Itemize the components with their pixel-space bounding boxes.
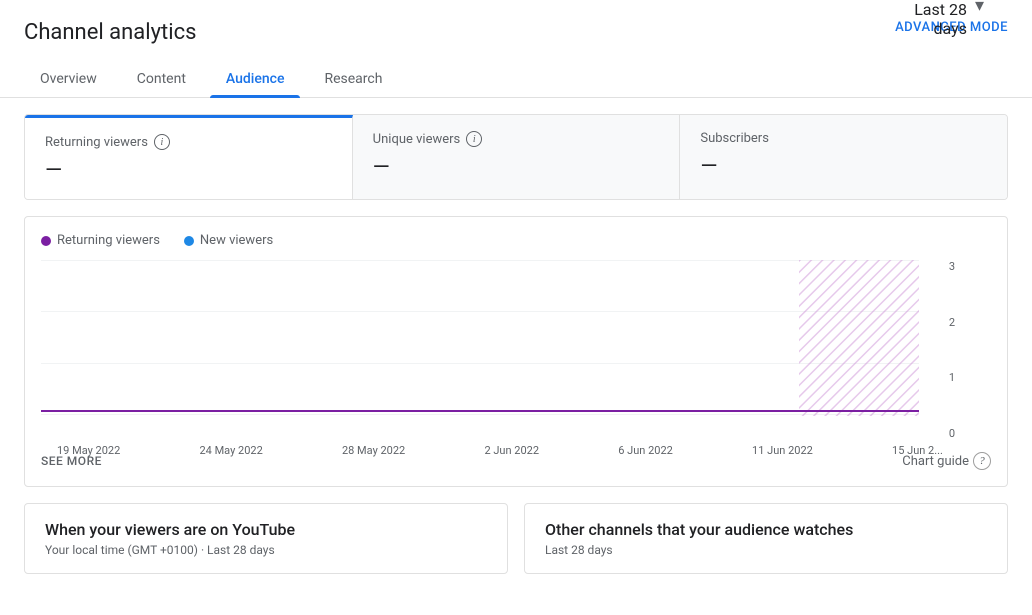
returning-viewers-line — [41, 410, 919, 412]
date-range-text: 19 May – 15 Jun 2022 Last 28 days — [895, 0, 967, 38]
metric-card-returning[interactable]: Returning viewers i — — [25, 115, 353, 199]
tab-audience[interactable]: Audience — [210, 61, 301, 97]
metric-subscribers-value: — — [700, 154, 987, 179]
other-channels-card[interactable]: Other channels that your audience watche… — [524, 503, 1008, 574]
page-title: Channel analytics — [24, 20, 196, 45]
x-label-6: 15 Jun 2... — [892, 444, 943, 457]
viewers-time-card[interactable]: When your viewers are on YouTube Your lo… — [24, 503, 508, 574]
main-content: Returning viewers i — Unique viewers i —… — [0, 114, 1032, 598]
x-label-1: 24 May 2022 — [199, 444, 262, 457]
chart-inner: 3 2 1 0 — [41, 260, 959, 440]
page-header: Channel analytics ADVANCED MODE 19 May –… — [0, 0, 1032, 45]
tab-content[interactable]: Content — [121, 61, 202, 97]
bottom-cards: When your viewers are on YouTube Your lo… — [24, 503, 1008, 574]
x-label-3: 2 Jun 2022 — [484, 444, 539, 457]
date-range-selector[interactable]: 19 May – 15 Jun 2022 Last 28 days ▾ — [895, 0, 984, 38]
legend-new: New viewers — [184, 233, 273, 248]
y-label-3: 3 — [949, 260, 955, 273]
y-label-2: 2 — [949, 316, 955, 329]
navigation-bar: Overview Content Audience Research — [0, 61, 1032, 98]
hatch-bar — [799, 260, 919, 416]
chart-section: Returning viewers New viewers — [24, 216, 1008, 487]
y-label-1: 1 — [949, 371, 955, 384]
dropdown-arrow-icon: ▾ — [975, 0, 984, 16]
metric-card-unique-header: Unique viewers i — [373, 131, 660, 147]
x-label-0: 19 May 2022 — [57, 444, 120, 457]
other-channels-subtitle: Last 28 days — [545, 543, 987, 557]
chart-guide-help-icon: ? — [973, 452, 991, 470]
other-channels-title: Other channels that your audience watche… — [545, 520, 987, 539]
metric-card-subscribers-header: Subscribers — [700, 131, 987, 146]
x-label-2: 28 May 2022 — [342, 444, 405, 457]
tab-overview[interactable]: Overview — [24, 61, 113, 97]
y-axis: 3 2 1 0 — [919, 260, 959, 440]
legend-returning: Returning viewers — [41, 233, 160, 248]
legend-dot-returning — [41, 236, 51, 246]
chart-area: 3 2 1 0 19 May 2022 24 May 2022 28 May 2… — [25, 260, 1007, 440]
chart-legend: Returning viewers New viewers — [25, 233, 1007, 260]
x-axis: 19 May 2022 24 May 2022 28 May 2022 2 Ju… — [41, 440, 959, 457]
viewers-time-title: When your viewers are on YouTube — [45, 520, 487, 539]
tab-research[interactable]: Research — [308, 61, 398, 97]
metric-card-returning-header: Returning viewers i — [45, 134, 332, 150]
metric-unique-value: — — [373, 155, 660, 180]
legend-dot-new — [184, 236, 194, 246]
metrics-cards: Returning viewers i — Unique viewers i —… — [24, 114, 1008, 200]
y-label-0: 0 — [949, 427, 955, 440]
metric-card-unique[interactable]: Unique viewers i — — [353, 115, 681, 199]
date-range-label: Last 28 days — [895, 0, 967, 38]
x-label-4: 6 Jun 2022 — [618, 444, 673, 457]
x-label-5: 11 Jun 2022 — [752, 444, 813, 457]
viewers-time-subtitle: Your local time (GMT +0100) · Last 28 da… — [45, 543, 487, 557]
metric-returning-value: — — [45, 158, 332, 183]
returning-info-icon[interactable]: i — [154, 134, 170, 150]
chart-data-area — [41, 260, 919, 416]
unique-info-icon[interactable]: i — [466, 131, 482, 147]
metric-card-subscribers[interactable]: Subscribers — — [680, 115, 1007, 199]
